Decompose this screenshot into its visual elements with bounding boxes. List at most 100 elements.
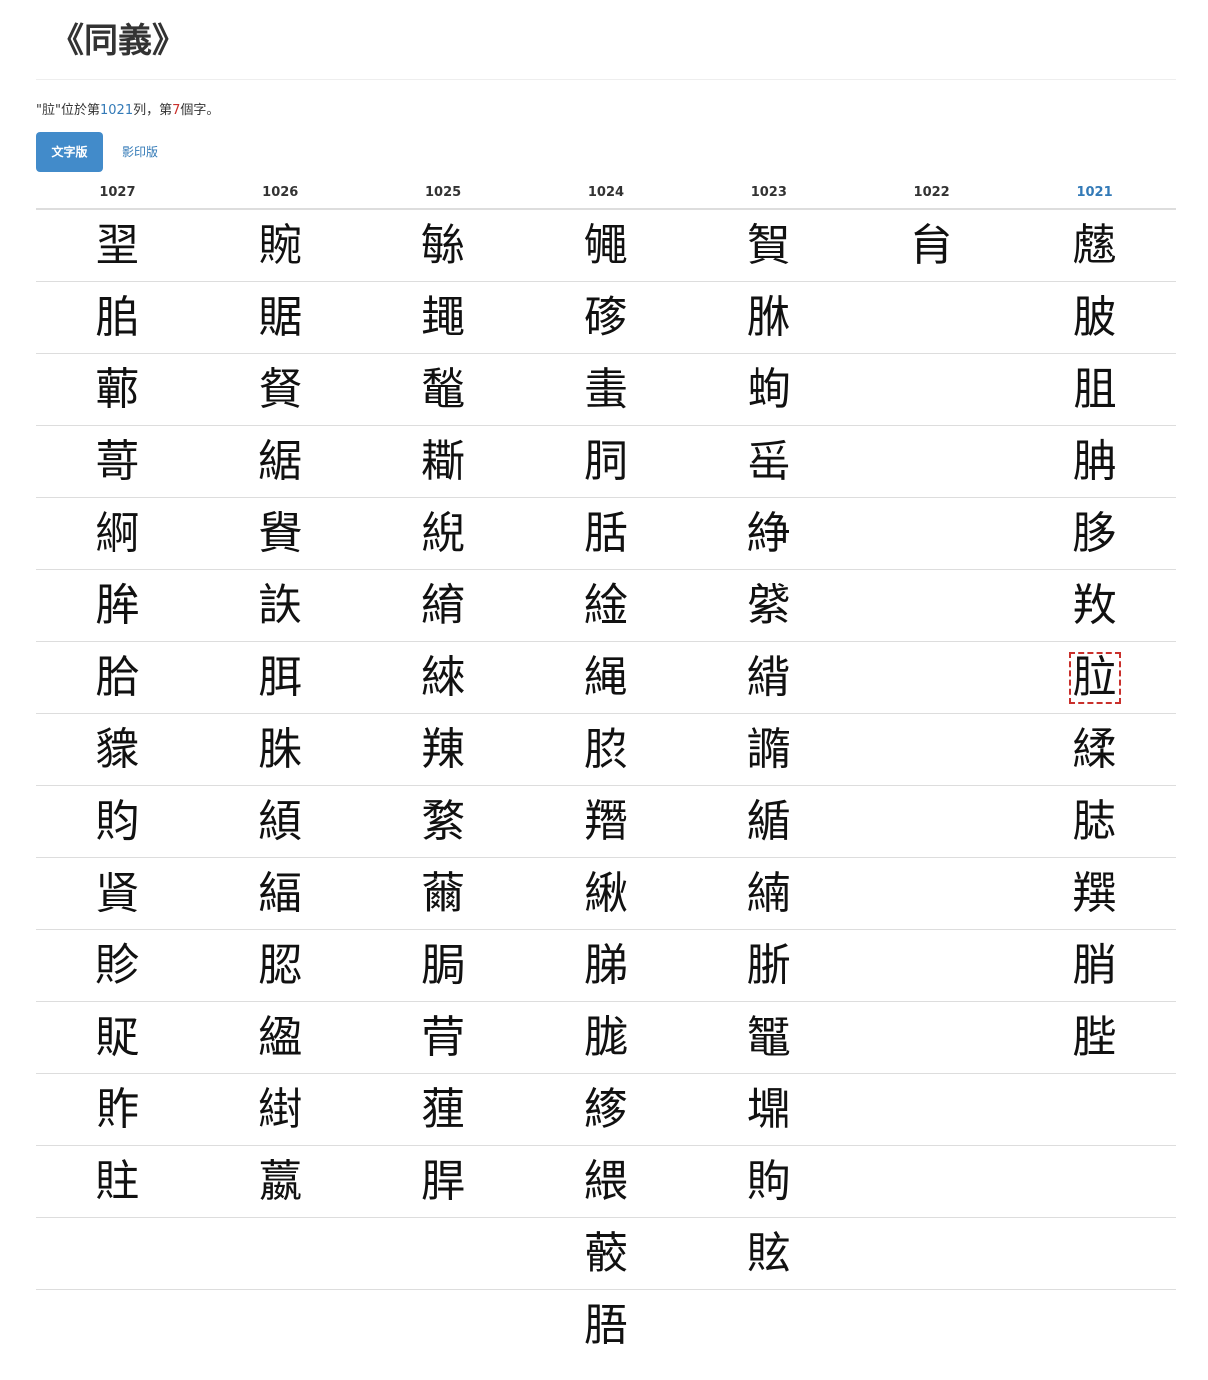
character-link[interactable]: 䏶 (1071, 1014, 1119, 1062)
character-link[interactable]: 䋺 (582, 870, 630, 918)
character-link[interactable]: 䝭 (745, 1158, 793, 1206)
character-link[interactable]: 䜏 (745, 726, 793, 774)
character-link[interactable]: 䝫 (93, 1086, 141, 1134)
character-link[interactable]: 䏷 (419, 1158, 467, 1206)
character-link[interactable]: 䖲 (745, 366, 793, 414)
character-link[interactable]: 䝬 (93, 1158, 141, 1206)
character-link[interactable]: 䵺 (745, 1086, 793, 1134)
character-link[interactable]: 䋶 (256, 798, 304, 846)
character-link[interactable]: 䝿 (256, 510, 304, 558)
character-link[interactable]: 䍻 (1071, 870, 1119, 918)
character-link[interactable]: 䏬 (93, 582, 141, 630)
table-cell: 䏨 (36, 281, 199, 354)
column-header: 1021 (1013, 176, 1176, 210)
character-link[interactable]: 䏳 (745, 942, 793, 990)
highlighted-character[interactable]: 䏠 (1068, 652, 1121, 704)
character-link[interactable]: 䋽 (256, 1086, 304, 1134)
character-link[interactable]: 䏲 (582, 942, 630, 990)
character-link[interactable]: 䕦 (256, 1158, 304, 1206)
character-link[interactable]: 䋪 (93, 510, 141, 558)
character-link[interactable]: 䏯 (1071, 798, 1119, 846)
character-link[interactable]: 䋳 (745, 654, 793, 702)
character-link[interactable]: 䵸 (419, 366, 467, 414)
character-link[interactable]: 䍼 (582, 798, 630, 846)
character-link[interactable]: 䵶 (582, 222, 630, 270)
table-row: 䝧䋶䋷䍼䋸䏯 (36, 785, 1176, 858)
character-link[interactable]: 䏫 (745, 294, 793, 342)
character-link[interactable]: 䋱 (419, 654, 467, 702)
character-link[interactable]: 䎰 (419, 438, 467, 486)
character-link[interactable]: 䏰 (256, 942, 304, 990)
character-link[interactable]: 䏥 (1071, 438, 1119, 486)
table-row: 䕧䝮 (36, 1217, 1176, 1290)
character-link[interactable]: 䵹 (745, 1014, 793, 1062)
character-link[interactable]: 䋼 (256, 1014, 304, 1062)
character-link[interactable]: 䔆 (419, 1086, 467, 1134)
character-link[interactable]: 䏤 (582, 438, 630, 486)
character-link[interactable]: 䏮 (582, 726, 630, 774)
character-link[interactable]: 䋮 (582, 582, 630, 630)
character-link[interactable]: 䖛 (1071, 222, 1119, 270)
character-link[interactable]: 䏍 (908, 222, 956, 270)
character-link[interactable]: 䏸 (582, 1302, 630, 1350)
character-link[interactable]: 䋴 (1071, 726, 1119, 774)
character-link[interactable]: 䋸 (745, 798, 793, 846)
character-link[interactable]: 䖯 (582, 366, 630, 414)
table-cell: 䋹 (198, 857, 362, 930)
character-link[interactable]: 䍃 (745, 438, 793, 486)
character-link[interactable]: 䏭 (256, 726, 304, 774)
character-link[interactable]: 䋻 (745, 870, 793, 918)
character-link[interactable]: 䝨 (93, 870, 141, 918)
character-link[interactable]: 䏣 (1071, 366, 1119, 414)
character-link[interactable]: 䝷 (745, 222, 793, 270)
character-link[interactable]: 䋭 (419, 582, 467, 630)
table-cell: 䏳 (687, 929, 851, 1002)
character-link[interactable]: 䵷 (419, 294, 467, 342)
character-link[interactable]: 䝹 (256, 222, 304, 270)
table-cell: 䏪 (198, 641, 362, 714)
character-link[interactable]: 䋯 (745, 582, 793, 630)
character-link[interactable]: 䍿 (93, 222, 141, 270)
character-link[interactable]: 䋲 (582, 654, 630, 702)
character-link[interactable]: 䝪 (93, 1014, 141, 1062)
character-link[interactable]: 䏨 (93, 294, 141, 342)
tab-text-version[interactable]: 文字版 (36, 132, 103, 172)
character-link[interactable]: 䋣 (419, 222, 467, 270)
table-cell: 䏶 (1013, 1001, 1176, 1074)
character-link[interactable]: 䝧 (93, 798, 141, 846)
character-link[interactable]: 䏵 (582, 1014, 630, 1062)
character-link[interactable]: 䋾 (582, 1086, 630, 1134)
character-link[interactable]: 䝳 (256, 366, 304, 414)
character-link[interactable]: 䛈 (256, 582, 304, 630)
table-cell: 䝪 (36, 1001, 199, 1074)
character-link[interactable]: 䏦 (582, 510, 630, 558)
character-link[interactable]: 䒿 (419, 1014, 467, 1062)
character-link[interactable]: 䍩 (1071, 582, 1119, 630)
character-link[interactable]: 䋿 (582, 1158, 630, 1206)
character-link[interactable]: 䝻 (256, 294, 304, 342)
character-link[interactable]: 䏩 (93, 654, 141, 702)
character-link[interactable]: 䕧 (582, 1230, 630, 1278)
character-link[interactable]: 䏢 (1071, 294, 1119, 342)
character-link[interactable]: 䋧 (256, 438, 304, 486)
character-link[interactable]: 䏴 (1071, 942, 1119, 990)
character-link[interactable]: 䝦 (93, 726, 141, 774)
character-link[interactable]: 䕥 (419, 870, 467, 918)
character-link[interactable]: 䃎 (582, 294, 630, 342)
character-link[interactable]: 䏪 (256, 654, 304, 702)
character-link[interactable]: 䍶 (419, 726, 467, 774)
character-link[interactable]: 䏧 (1071, 510, 1119, 558)
table-header: 1027 1026 1025 1024 1023 1022 1021 (36, 176, 1176, 210)
character-link[interactable]: 䔅 (93, 438, 141, 486)
character-link[interactable]: 䝮 (745, 1230, 793, 1278)
tab-facsimile-version[interactable]: 影印版 (108, 132, 172, 172)
character-link[interactable]: 䕤 (93, 366, 141, 414)
character-link[interactable]: 䋹 (256, 870, 304, 918)
character-link[interactable]: 䝩 (93, 942, 141, 990)
character-link[interactable]: 䋷 (419, 798, 467, 846)
character-link[interactable]: 䋩 (419, 510, 467, 558)
character-table: 1027 1026 1025 1024 1023 1022 1021 䍿 䝹 䋣 䵶 䝷 䏍 䖛䏨 䝻 䵷 䃎… (36, 176, 1176, 1361)
character-link[interactable]: 䏱 (419, 942, 467, 990)
table-cell: 䝦 (36, 713, 199, 786)
character-link[interactable]: 䋫 (745, 510, 793, 558)
